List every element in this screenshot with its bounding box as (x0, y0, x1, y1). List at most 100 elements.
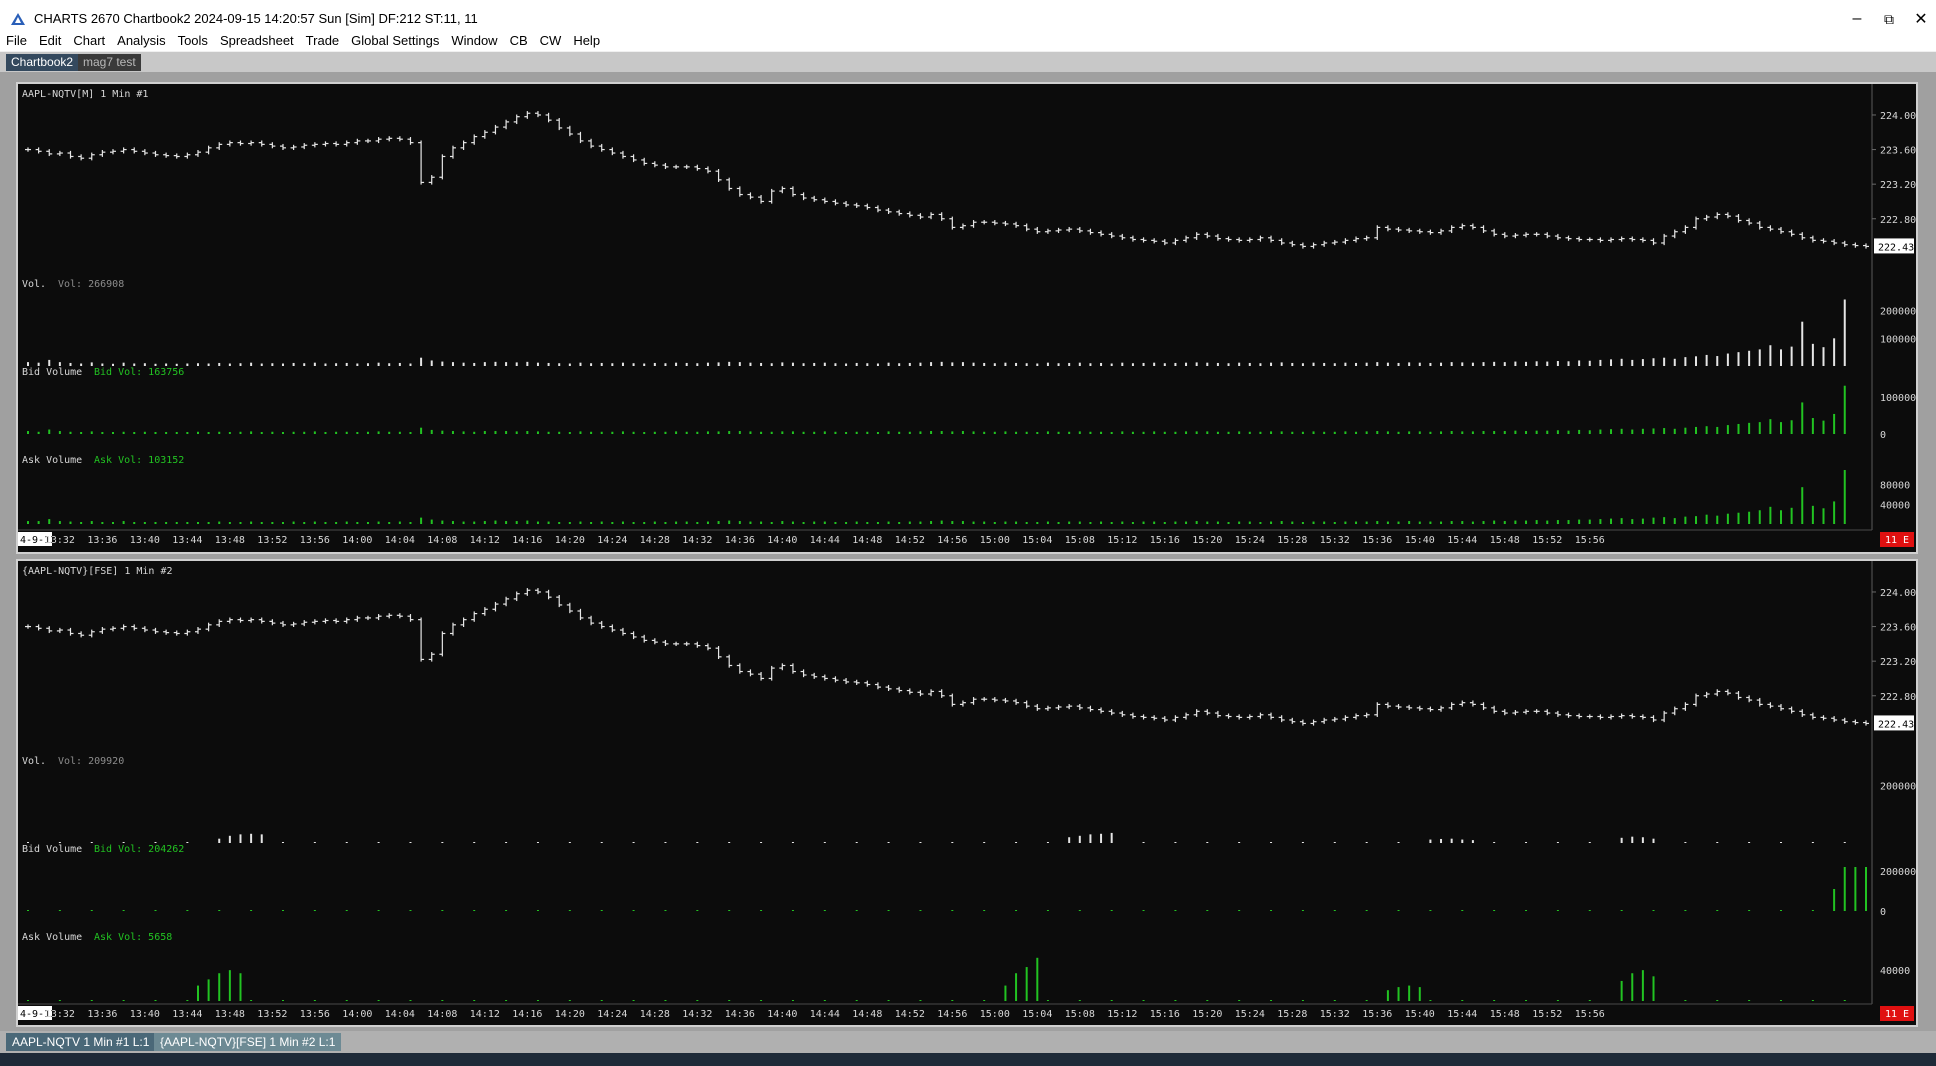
chartbook-tab-mag7-test[interactable]: mag7 test (78, 54, 141, 71)
price-bar (789, 663, 796, 674)
price-bar (1523, 232, 1530, 238)
price-bar (354, 615, 361, 622)
price-bar (683, 641, 690, 647)
chartbook-tab-strip: Chartbook2 mag7 test (0, 52, 1936, 72)
price-bar (1661, 233, 1668, 246)
menu-trade[interactable]: Trade (306, 33, 339, 48)
price-tick-label: 223.60 (1880, 146, 1916, 157)
price-bar (1724, 689, 1731, 696)
price-bar (1299, 242, 1306, 249)
time-axis-label: 14:48 (852, 1009, 882, 1020)
price-bar (343, 617, 350, 624)
price-bar (1863, 243, 1869, 249)
price-bar (1480, 225, 1487, 234)
price-bar (279, 143, 286, 150)
chart-work-area: AAPL-NQTV[M] 1 Min #1 224.00 223.60 223.20 2… (0, 72, 1936, 1031)
price-bar (1023, 223, 1030, 232)
price-bar (1682, 225, 1689, 234)
time-axis-label: 14:24 (597, 535, 627, 546)
price-bar (492, 601, 499, 612)
time-axis-label: 14:52 (895, 1009, 925, 1020)
menu-global-settings[interactable]: Global Settings (351, 33, 439, 48)
close-button[interactable]: ✕ (1906, 6, 1936, 32)
price-bar (1161, 239, 1168, 246)
price-bar (1767, 225, 1774, 232)
price-bar (46, 149, 53, 157)
price-bar (1544, 709, 1551, 716)
price-bar (1151, 238, 1158, 244)
price-bar (1693, 216, 1700, 230)
price-bar (386, 613, 393, 619)
price-bar (1066, 703, 1073, 710)
study-tick-label: 100000 (1880, 393, 1916, 404)
price-bar (1820, 715, 1827, 721)
price-bar (534, 111, 541, 118)
price-bar (811, 195, 818, 202)
time-axis-label: 13:32 (45, 535, 75, 546)
price-bar (1799, 709, 1806, 717)
price-bar (1076, 226, 1083, 234)
menu-chart[interactable]: Chart (73, 33, 105, 48)
price-bar (226, 617, 233, 624)
time-axis-label: 14:20 (555, 535, 585, 546)
price-bar (364, 615, 371, 621)
menu-cw[interactable]: CW (540, 33, 562, 48)
price-bar (428, 175, 435, 185)
menu-tools[interactable]: Tools (178, 33, 208, 48)
time-axis-label: 13:52 (257, 535, 287, 546)
minimize-button[interactable]: – (1842, 6, 1872, 32)
price-bar (1629, 713, 1636, 719)
time-axis-label: 13:52 (257, 1009, 287, 1020)
price-bar (35, 624, 42, 631)
menu-file[interactable]: File (6, 33, 27, 48)
price-bar (1746, 695, 1753, 703)
study-value: Bid Vol: 163756 (94, 367, 184, 378)
chart-1-canvas[interactable]: AAPL-NQTV[M] 1 Min #1 224.00 223.60 223.20 2… (18, 84, 1916, 552)
price-bar (449, 145, 456, 159)
study-label: Bid Volume (22, 844, 82, 855)
study-tick-label: 0 (1880, 430, 1886, 441)
time-axis-label: 15:40 (1405, 1009, 1435, 1020)
price-bar (1523, 709, 1530, 715)
price-bar (1087, 705, 1094, 712)
time-axis-label: 15:52 (1532, 1009, 1562, 1020)
price-bar (1161, 716, 1168, 723)
price-bar (1512, 710, 1519, 716)
time-axis-label: 14:12 (470, 1009, 500, 1020)
price-bar (407, 137, 414, 145)
window-tab-chart-2[interactable]: {AAPL-NQTV}[FSE] 1 Min #2 L:1 (154, 1033, 342, 1051)
price-bar (1809, 712, 1816, 720)
menu-help[interactable]: Help (573, 33, 600, 48)
chartbook-tab-chartbook2[interactable]: Chartbook2 (6, 54, 79, 71)
chart-window-1[interactable]: AAPL-NQTV[M] 1 Min #1 224.00 223.60 223.20 2… (16, 82, 1918, 554)
menu-edit[interactable]: Edit (39, 33, 61, 48)
menu-cb[interactable]: CB (510, 33, 528, 48)
price-bar (832, 676, 839, 683)
menu-window[interactable]: Window (451, 33, 497, 48)
price-bar (1151, 715, 1158, 721)
price-bar (1703, 214, 1710, 221)
price-bar (864, 680, 871, 687)
study-bars (27, 299, 1846, 366)
price-bar (1140, 237, 1147, 243)
time-axis-label: 15:44 (1447, 1009, 1477, 1020)
price-bar (662, 639, 669, 647)
price-bar (258, 617, 265, 624)
price-bar (290, 621, 297, 627)
chart-window-2[interactable]: {AAPL-NQTV}[FSE] 1 Min #2 224.00 223.60 223… (16, 559, 1918, 1027)
price-bar (556, 118, 563, 131)
price-bar (747, 192, 754, 200)
menu-spreadsheet[interactable]: Spreadsheet (220, 33, 294, 48)
chart-2-canvas[interactable]: {AAPL-NQTV}[FSE] 1 Min #2 224.00 223.60 223… (18, 561, 1916, 1025)
price-bar (843, 201, 850, 208)
time-axis-label: 14:32 (682, 1009, 712, 1020)
price-bar (407, 614, 414, 622)
price-bar (1278, 715, 1285, 723)
time-axis-label: 15:20 (1192, 1009, 1222, 1020)
menu-analysis[interactable]: Analysis (117, 33, 165, 48)
restore-button[interactable]: ⧉ (1874, 6, 1904, 32)
time-axis-label: 15:28 (1277, 535, 1307, 546)
time-axis-label: 13:40 (130, 535, 160, 546)
study-bars (27, 385, 1846, 434)
window-tab-chart-1[interactable]: AAPL-NQTV 1 Min #1 L:1 (6, 1033, 156, 1051)
